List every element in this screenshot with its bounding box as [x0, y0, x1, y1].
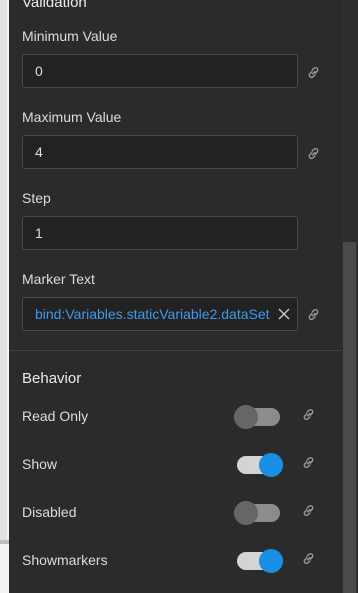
marker-text-binding: bind:Variables.staticVariable2.dataSet — [35, 306, 270, 322]
show-toggle[interactable] — [237, 453, 283, 477]
showmarkers-toggle[interactable] — [237, 549, 283, 573]
maximum-value-input[interactable]: 4 — [22, 135, 298, 169]
link-icon[interactable] — [306, 146, 321, 161]
show-label: Show — [22, 456, 58, 472]
link-icon[interactable] — [301, 503, 316, 518]
section-divider — [9, 350, 342, 351]
link-icon[interactable] — [306, 307, 321, 322]
close-icon[interactable] — [277, 307, 291, 321]
disabled-label: Disabled — [22, 504, 77, 520]
behavior-section-title: Behavior — [22, 370, 82, 387]
left-edge-divider — [0, 540, 9, 544]
read-only-toggle[interactable] — [234, 405, 280, 429]
link-icon[interactable] — [301, 551, 316, 566]
toggle-knob — [234, 501, 258, 525]
link-icon[interactable] — [301, 455, 316, 470]
disabled-toggle[interactable] — [234, 501, 280, 525]
minimum-value-label: Minimum Value — [22, 28, 118, 44]
toggle-knob — [234, 405, 258, 429]
marker-text-label: Marker Text — [22, 271, 95, 287]
read-only-label: Read Only — [22, 408, 89, 424]
maximum-value-label: Maximum Value — [22, 109, 122, 125]
left-edge-panel — [0, 0, 9, 593]
scrollbar-thumb[interactable] — [343, 242, 356, 593]
toggle-knob — [259, 549, 283, 573]
step-label: Step — [22, 190, 51, 206]
minimum-value-input[interactable]: 0 — [22, 54, 298, 88]
marker-text-input[interactable]: bind:Variables.staticVariable2.dataSet — [22, 297, 298, 331]
showmarkers-label: Showmarkers — [22, 552, 108, 568]
step-input[interactable]: 1 — [22, 216, 298, 250]
validation-section-title: Validation — [22, 0, 87, 11]
left-edge-bar — [0, 0, 7, 540]
link-icon[interactable] — [301, 407, 316, 422]
toggle-knob — [259, 453, 283, 477]
link-icon[interactable] — [306, 65, 321, 80]
